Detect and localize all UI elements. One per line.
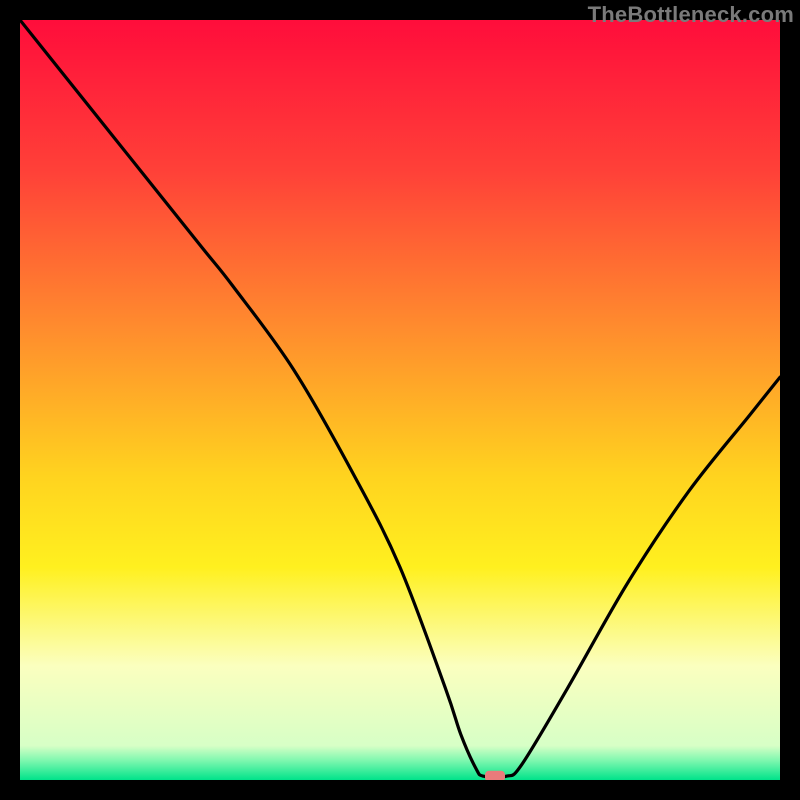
optimum-marker [485, 771, 505, 780]
chart-svg [20, 20, 780, 780]
chart-frame: TheBottleneck.com [0, 0, 800, 800]
plot-area [20, 20, 780, 780]
gradient-background [20, 20, 780, 780]
attribution-text: TheBottleneck.com [588, 2, 794, 28]
